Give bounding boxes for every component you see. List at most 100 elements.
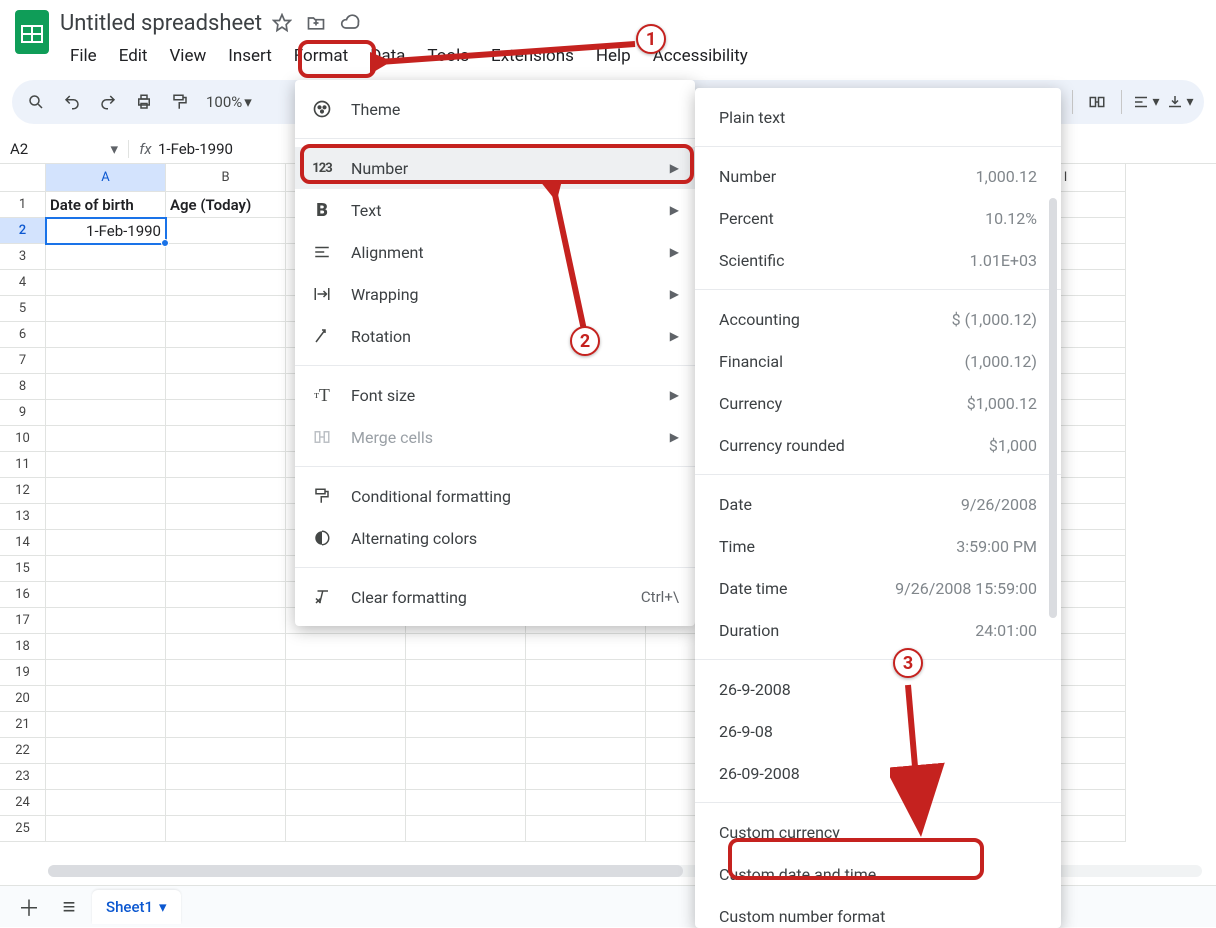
cell[interactable] bbox=[46, 452, 166, 478]
cell[interactable] bbox=[166, 738, 286, 764]
cell[interactable] bbox=[46, 608, 166, 634]
column-header[interactable]: B bbox=[166, 164, 286, 192]
row-header[interactable]: 7 bbox=[0, 348, 46, 374]
cell[interactable] bbox=[286, 816, 406, 842]
cell[interactable] bbox=[46, 270, 166, 296]
row-header[interactable]: 1 bbox=[0, 192, 46, 218]
selection-handle[interactable] bbox=[161, 239, 169, 247]
cell[interactable] bbox=[166, 764, 286, 790]
cell[interactable] bbox=[166, 608, 286, 634]
cell[interactable] bbox=[166, 348, 286, 374]
column-header[interactable]: A bbox=[46, 164, 166, 192]
number-format-option[interactable]: Currency$1,000.12 bbox=[695, 382, 1061, 424]
number-format-option[interactable]: Custom number format bbox=[695, 895, 1061, 928]
number-format-option[interactable]: Custom currency bbox=[695, 811, 1061, 853]
cell[interactable] bbox=[46, 296, 166, 322]
add-sheet-button[interactable]: ＋ bbox=[12, 890, 46, 924]
select-all-cell[interactable] bbox=[0, 164, 46, 192]
all-sheets-button[interactable]: ≡ bbox=[52, 890, 86, 924]
cell[interactable] bbox=[166, 712, 286, 738]
number-format-option[interactable]: Custom date and time bbox=[695, 853, 1061, 895]
number-format-option[interactable]: Currency rounded$1,000 bbox=[695, 424, 1061, 466]
row-header[interactable]: 12 bbox=[0, 478, 46, 504]
cell[interactable] bbox=[46, 738, 166, 764]
number-format-option[interactable]: 26-09-2008 bbox=[695, 752, 1061, 794]
number-format-option[interactable]: Financial(1,000.12) bbox=[695, 340, 1061, 382]
cell[interactable] bbox=[286, 686, 406, 712]
print-icon[interactable] bbox=[130, 88, 158, 116]
cell[interactable]: 1-Feb-1990 bbox=[46, 218, 166, 244]
cell[interactable] bbox=[46, 582, 166, 608]
menu-help[interactable]: Help bbox=[586, 42, 641, 70]
undo-icon[interactable] bbox=[58, 88, 86, 116]
cell[interactable] bbox=[166, 426, 286, 452]
cell[interactable] bbox=[406, 816, 526, 842]
paint-format-icon[interactable] bbox=[166, 88, 194, 116]
cell[interactable] bbox=[166, 686, 286, 712]
cell[interactable] bbox=[286, 790, 406, 816]
cell[interactable] bbox=[166, 660, 286, 686]
row-header[interactable]: 15 bbox=[0, 556, 46, 582]
number-format-option[interactable]: 26-9-08 bbox=[695, 710, 1061, 752]
cell[interactable] bbox=[166, 530, 286, 556]
row-header[interactable]: 23 bbox=[0, 764, 46, 790]
cell[interactable] bbox=[526, 790, 646, 816]
number-format-option[interactable]: Duration24:01:00 bbox=[695, 609, 1061, 651]
row-header[interactable]: 9 bbox=[0, 400, 46, 426]
row-header[interactable]: 8 bbox=[0, 374, 46, 400]
menu-edit[interactable]: Edit bbox=[109, 42, 158, 70]
cell[interactable] bbox=[526, 764, 646, 790]
star-icon[interactable] bbox=[272, 13, 292, 33]
row-header[interactable]: 4 bbox=[0, 270, 46, 296]
menu-conditional-formatting[interactable]: Conditional formatting bbox=[295, 475, 695, 517]
cell[interactable] bbox=[46, 400, 166, 426]
cell[interactable] bbox=[46, 660, 166, 686]
row-header[interactable]: 21 bbox=[0, 712, 46, 738]
menu-alternating-colors[interactable]: Alternating colors bbox=[295, 517, 695, 559]
merge-icon[interactable] bbox=[1083, 88, 1111, 116]
row-header[interactable]: 20 bbox=[0, 686, 46, 712]
row-header[interactable]: 17 bbox=[0, 608, 46, 634]
number-format-option[interactable]: Scientific1.01E+03 bbox=[695, 239, 1061, 281]
cell[interactable] bbox=[286, 712, 406, 738]
row-header[interactable]: 13 bbox=[0, 504, 46, 530]
cell[interactable] bbox=[166, 400, 286, 426]
cell[interactable]: Date of birth bbox=[46, 192, 166, 218]
menu-number[interactable]: 123 Number ▶ bbox=[295, 147, 695, 189]
cell[interactable] bbox=[526, 816, 646, 842]
menu-view[interactable]: View bbox=[159, 42, 216, 70]
cell[interactable] bbox=[166, 478, 286, 504]
doc-title[interactable]: Untitled spreadsheet bbox=[60, 11, 262, 36]
number-format-option[interactable]: 26-9-2008 bbox=[695, 668, 1061, 710]
menu-alignment[interactable]: Alignment ▶ bbox=[295, 231, 695, 273]
cell[interactable] bbox=[286, 764, 406, 790]
cell[interactable] bbox=[166, 270, 286, 296]
cell[interactable] bbox=[166, 634, 286, 660]
cell[interactable] bbox=[166, 816, 286, 842]
cell[interactable] bbox=[406, 660, 526, 686]
cell[interactable] bbox=[286, 738, 406, 764]
number-format-option[interactable]: Time3:59:00 PM bbox=[695, 525, 1061, 567]
menu-clear-formatting[interactable]: Clear formatting Ctrl+\ bbox=[295, 576, 695, 618]
cell[interactable] bbox=[166, 452, 286, 478]
cell[interactable] bbox=[286, 634, 406, 660]
row-header[interactable]: 10 bbox=[0, 426, 46, 452]
cell[interactable] bbox=[46, 348, 166, 374]
cell[interactable] bbox=[46, 322, 166, 348]
cell[interactable] bbox=[166, 322, 286, 348]
cell[interactable] bbox=[166, 374, 286, 400]
cell[interactable] bbox=[526, 686, 646, 712]
cell[interactable] bbox=[526, 660, 646, 686]
cell[interactable] bbox=[166, 790, 286, 816]
halign-icon[interactable]: ▾ bbox=[1132, 88, 1160, 116]
number-format-option[interactable]: Date9/26/2008 bbox=[695, 483, 1061, 525]
cell[interactable] bbox=[46, 790, 166, 816]
submenu-scrollbar[interactable] bbox=[1049, 188, 1059, 788]
row-header[interactable]: 22 bbox=[0, 738, 46, 764]
zoom-level[interactable]: 100%▾ bbox=[202, 93, 256, 111]
row-header[interactable]: 18 bbox=[0, 634, 46, 660]
cell[interactable] bbox=[46, 556, 166, 582]
number-format-option[interactable]: Accounting$ (1,000.12) bbox=[695, 298, 1061, 340]
menu-font-size[interactable]: тT Font size ▶ bbox=[295, 374, 695, 416]
cell[interactable] bbox=[406, 686, 526, 712]
